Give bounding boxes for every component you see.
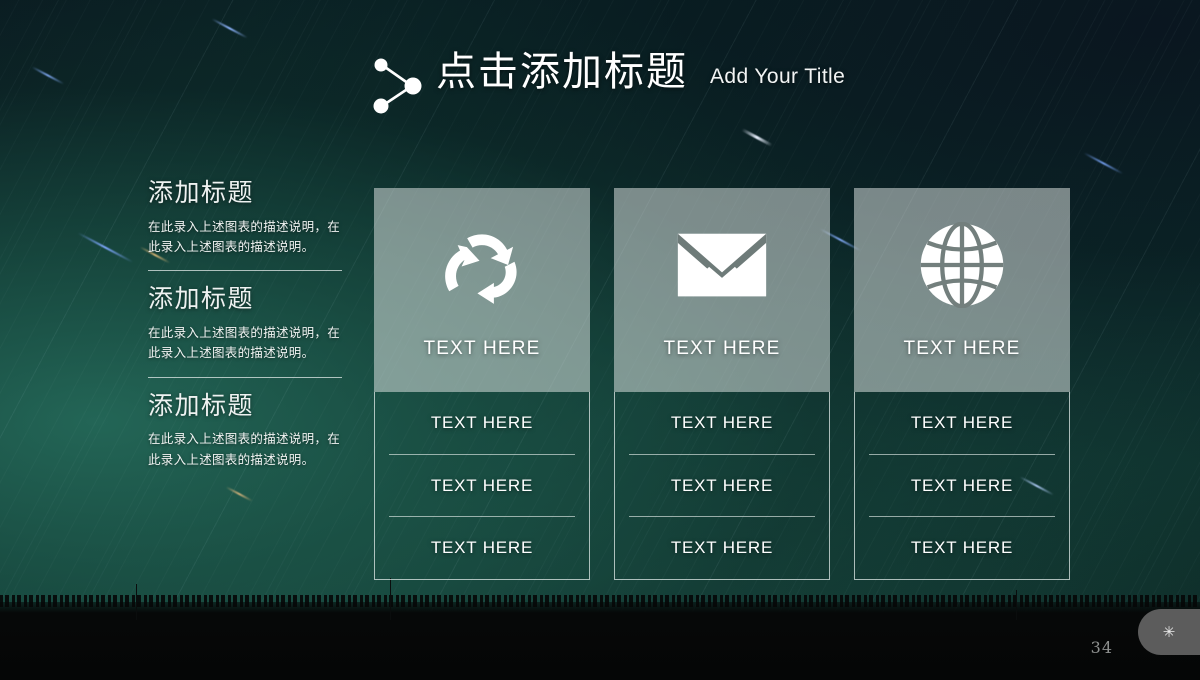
card-bottom-panel: TEXT HERE TEXT HERE TEXT HERE xyxy=(854,392,1070,580)
sidebar-body: 在此录入上述图表的描述说明，在此录入上述图表的描述说明。 xyxy=(148,325,341,361)
sidebar-heading: 添加标题 xyxy=(148,284,255,314)
slide-header: 点击添加标题 Add Your Title xyxy=(373,49,846,114)
corner-badge[interactable]: ✳ xyxy=(1138,609,1200,655)
card-top-panel[interactable]: TEXT HERE xyxy=(374,188,590,392)
card-row[interactable]: TEXT HERE xyxy=(389,516,575,579)
card-bottom-panel: TEXT HERE TEXT HERE TEXT HERE xyxy=(614,392,830,580)
page-number: 34 xyxy=(1090,638,1113,657)
card-icon-wrap xyxy=(919,222,1005,308)
card-row[interactable]: TEXT HERE xyxy=(869,516,1055,579)
card-recycle[interactable]: TEXT HERE TEXT HERE TEXT HERE TEXT HERE xyxy=(374,188,590,580)
envelope-icon xyxy=(677,233,767,297)
slide-canvas: 点击添加标题 Add Your Title 添加标题 在此录入上述图表的描述说明… xyxy=(0,0,1200,680)
card-globe[interactable]: TEXT HERE TEXT HERE TEXT HERE TEXT HERE xyxy=(854,188,1070,580)
card-top-label: TEXT HERE xyxy=(903,338,1021,359)
card-icon-wrap xyxy=(676,222,768,308)
sidebar: 添加标题 在此录入上述图表的描述说明，在此录入上述图表的描述说明。 添加标题 在… xyxy=(148,176,344,477)
card-top-label: TEXT HERE xyxy=(423,338,541,359)
card-bottom-panel: TEXT HERE TEXT HERE TEXT HERE xyxy=(374,392,590,580)
card-row[interactable]: TEXT HERE xyxy=(629,392,815,454)
card-top-panel[interactable]: TEXT HERE xyxy=(854,188,1070,392)
page-title-en: Add Your Title xyxy=(710,65,846,88)
globe-icon xyxy=(920,222,1004,308)
sidebar-body: 在此录入上述图表的描述说明，在此录入上述图表的描述说明。 xyxy=(148,218,341,254)
page-title-cn: 点击添加标题 xyxy=(436,49,688,95)
card-row[interactable]: TEXT HERE xyxy=(869,392,1055,454)
card-row[interactable]: TEXT HERE xyxy=(389,392,575,454)
utility-pole xyxy=(136,584,137,620)
sidebar-block: 添加标题 在此录入上述图表的描述说明，在此录入上述图表的描述说明。 xyxy=(148,389,344,470)
utility-pole xyxy=(1016,590,1017,620)
sidebar-body: 在此录入上述图表的描述说明，在此录入上述图表的描述说明。 xyxy=(148,431,341,467)
card-row[interactable]: TEXT HERE xyxy=(389,453,575,517)
recycle-icon xyxy=(445,234,517,304)
sidebar-heading: 添加标题 xyxy=(148,390,255,420)
sidebar-block: 添加标题 在此录入上述图表的描述说明，在此录入上述图表的描述说明。 xyxy=(148,176,344,257)
sidebar-divider xyxy=(148,270,342,272)
sidebar-block: 添加标题 在此录入上述图表的描述说明，在此录入上述图表的描述说明。 xyxy=(148,282,344,363)
card-top-panel[interactable]: TEXT HERE xyxy=(614,188,830,392)
card-row[interactable]: TEXT HERE xyxy=(869,453,1055,517)
card-row[interactable]: TEXT HERE xyxy=(629,453,815,517)
card-icon-wrap xyxy=(436,222,528,308)
utility-pole xyxy=(390,578,391,620)
card-envelope[interactable]: TEXT HERE TEXT HERE TEXT HERE TEXT HERE xyxy=(614,188,830,580)
network-node-icon xyxy=(373,58,422,114)
asterisk-icon: ✳ xyxy=(1162,623,1176,641)
horizon-silhouette xyxy=(0,595,1200,680)
card-row[interactable]: TEXT HERE xyxy=(629,516,815,579)
sidebar-heading: 添加标题 xyxy=(148,178,255,207)
card-top-label: TEXT HERE xyxy=(663,338,781,359)
card-group: TEXT HERE TEXT HERE TEXT HERE TEXT HERE … xyxy=(374,188,1070,580)
sidebar-divider xyxy=(148,376,342,378)
